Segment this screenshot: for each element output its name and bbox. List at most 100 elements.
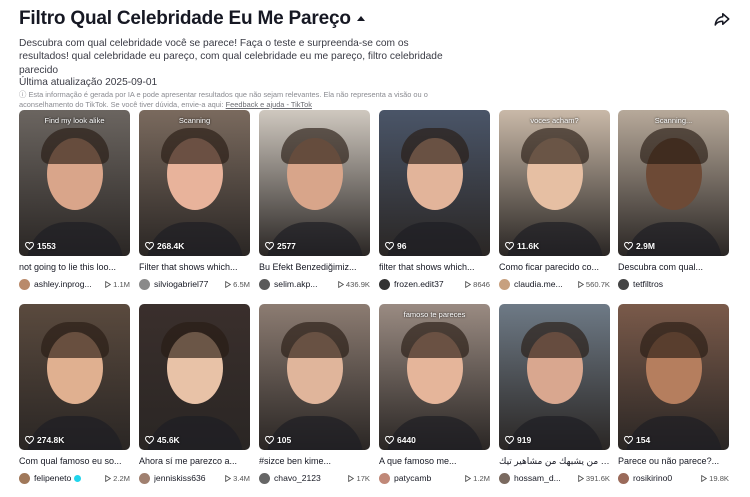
video-thumbnail[interactable]: 2577	[259, 110, 370, 256]
avatar[interactable]	[19, 278, 30, 290]
author-name[interactable]: hossam_d...	[514, 473, 561, 483]
author-name[interactable]: jenniskiss636	[154, 473, 206, 483]
hair-shape	[41, 128, 109, 164]
play-icon	[701, 474, 708, 482]
video-meta: jenniskiss636 3.4M	[139, 472, 250, 484]
heart-icon	[25, 242, 34, 250]
video-card[interactable]: Find my look alike 1553 not going to lie…	[19, 110, 130, 290]
like-count-value: 6440	[397, 435, 416, 445]
play-icon	[225, 280, 232, 288]
video-thumbnail[interactable]: famoso te pareces 6440	[379, 304, 490, 450]
view-count-value: 436.9K	[345, 279, 370, 289]
author-name[interactable]: chavo_2123	[274, 473, 321, 483]
video-thumbnail[interactable]: 919	[499, 304, 610, 450]
video-meta: selim.akp... 436.9K	[259, 278, 370, 290]
avatar[interactable]	[379, 278, 390, 290]
hair-shape	[521, 128, 589, 164]
video-card[interactable]: famoso te pareces 6440 A que famoso me..…	[379, 304, 490, 484]
avatar[interactable]	[499, 472, 510, 484]
author-name[interactable]: tetfiltros	[633, 279, 663, 289]
video-thumbnail[interactable]: 154	[618, 304, 729, 450]
like-count-value: 154	[636, 435, 651, 445]
video-card[interactable]: voces acham? 11.6K Como ficar parecido c…	[499, 110, 610, 290]
video-title[interactable]: Descubra com qual...	[618, 262, 729, 273]
video-thumbnail[interactable]: 45.6K	[139, 304, 250, 450]
video-thumbnail[interactable]: Find my look alike 1553	[19, 110, 130, 256]
play-icon	[578, 280, 584, 288]
avatar[interactable]	[618, 472, 629, 484]
avatar[interactable]	[139, 278, 150, 290]
video-thumbnail[interactable]: Scanning... 2.9M	[618, 110, 729, 256]
video-card[interactable]: Scanning... 2.9M Descubra com qual... te…	[618, 110, 729, 290]
like-count: 274.8K	[25, 435, 64, 445]
video-title[interactable]: Bu Efekt Benzediğimiz...	[259, 262, 370, 273]
hair-shape	[521, 322, 589, 358]
video-meta: hossam_d... 391.6K	[499, 472, 610, 484]
avatar[interactable]	[618, 278, 629, 290]
video-thumbnail[interactable]: 274.8K	[19, 304, 130, 450]
author-name[interactable]: claudia.me...	[514, 279, 563, 289]
play-icon	[578, 474, 584, 482]
video-title[interactable]: Ahora sí me parezco a...	[139, 456, 250, 467]
avatar[interactable]	[259, 278, 270, 290]
feedback-link[interactable]: Feedback e ajuda - TikTok	[226, 100, 312, 109]
video-title[interactable]: Filter that shows which...	[139, 262, 250, 273]
like-count: 11.6K	[505, 241, 539, 251]
video-thumbnail[interactable]: 105	[259, 304, 370, 450]
video-card[interactable]: Scanning 268.4K Filter that shows which.…	[139, 110, 250, 290]
hair-shape	[401, 128, 469, 164]
video-title[interactable]: تر يبين من يشبهك من مشاهير تيك	[499, 456, 610, 467]
hair-shape	[640, 128, 708, 164]
avatar[interactable]	[139, 472, 150, 484]
hair-shape	[281, 128, 349, 164]
author-name[interactable]: felipeneto	[34, 473, 71, 483]
video-card[interactable]: 274.8K Com qual famoso eu so... felipene…	[19, 304, 130, 484]
video-card[interactable]: 919 تر يبين من يشبهك من مشاهير تيك hossa…	[499, 304, 610, 484]
view-count-value: 6.5M	[233, 279, 250, 289]
author-name[interactable]: silviogabriel77	[154, 279, 208, 289]
video-meta: patycamb 1.2M	[379, 472, 490, 484]
heart-icon	[145, 242, 154, 250]
video-title[interactable]: Como ficar parecido co...	[499, 262, 610, 273]
avatar[interactable]	[499, 278, 510, 290]
thumbnail-overlay-text: Scanning...	[654, 116, 693, 125]
video-card[interactable]: 2577 Bu Efekt Benzediğimiz... selim.akp.…	[259, 110, 370, 290]
author-name[interactable]: selim.akp...	[274, 279, 317, 289]
video-title[interactable]: filter that shows which...	[379, 262, 490, 273]
hair-shape	[41, 322, 109, 358]
view-count-value: 19.8K	[709, 473, 729, 483]
video-meta: ashley.inprog... 1.1M	[19, 278, 130, 290]
video-title[interactable]: Com qual famoso eu so...	[19, 456, 130, 467]
view-count: 1.2M	[465, 474, 490, 483]
video-card[interactable]: 96 filter that shows which... frozen.edi…	[379, 110, 490, 290]
author-name[interactable]: frozen.edit37	[394, 279, 444, 289]
video-card[interactable]: 105 #sizce ben kime... chavo_2123 17K	[259, 304, 370, 484]
author-name[interactable]: patycamb	[394, 473, 431, 483]
video-card[interactable]: 45.6K Ahora sí me parezco a... jenniskis…	[139, 304, 250, 484]
disclaimer-text: Esta informação é gerada por IA e pode a…	[19, 90, 428, 109]
video-title[interactable]: A que famoso me...	[379, 456, 490, 467]
video-card[interactable]: 154 Parece ou não parece?... rosikirino0…	[618, 304, 729, 484]
author-name[interactable]: ashley.inprog...	[34, 279, 92, 289]
avatar[interactable]	[19, 472, 30, 484]
hair-shape	[640, 322, 708, 358]
page-title: Filtro Qual Celebridade Eu Me Pareço	[19, 8, 351, 29]
thumbnail-overlay-text: Scanning	[178, 116, 211, 125]
avatar[interactable]	[259, 472, 270, 484]
video-thumbnail[interactable]: voces acham? 11.6K	[499, 110, 610, 256]
share-icon[interactable]	[713, 10, 731, 28]
video-thumbnail[interactable]: 96	[379, 110, 490, 256]
view-count: 17K	[348, 474, 370, 483]
video-title[interactable]: Parece ou não parece?...	[618, 456, 729, 467]
caret-up-icon[interactable]	[356, 15, 365, 21]
video-thumbnail[interactable]: Scanning 268.4K	[139, 110, 250, 256]
view-count: 560.7K	[578, 280, 610, 289]
avatar[interactable]	[379, 472, 390, 484]
thumbnail-overlay-text: Find my look alike	[44, 116, 105, 125]
author-name[interactable]: rosikirino0	[633, 473, 672, 483]
like-count: 45.6K	[145, 435, 180, 445]
view-count-value: 560.7K	[585, 279, 610, 289]
video-title[interactable]: not going to lie this loo...	[19, 262, 130, 273]
heart-icon	[505, 242, 514, 250]
video-title[interactable]: #sizce ben kime...	[259, 456, 370, 467]
